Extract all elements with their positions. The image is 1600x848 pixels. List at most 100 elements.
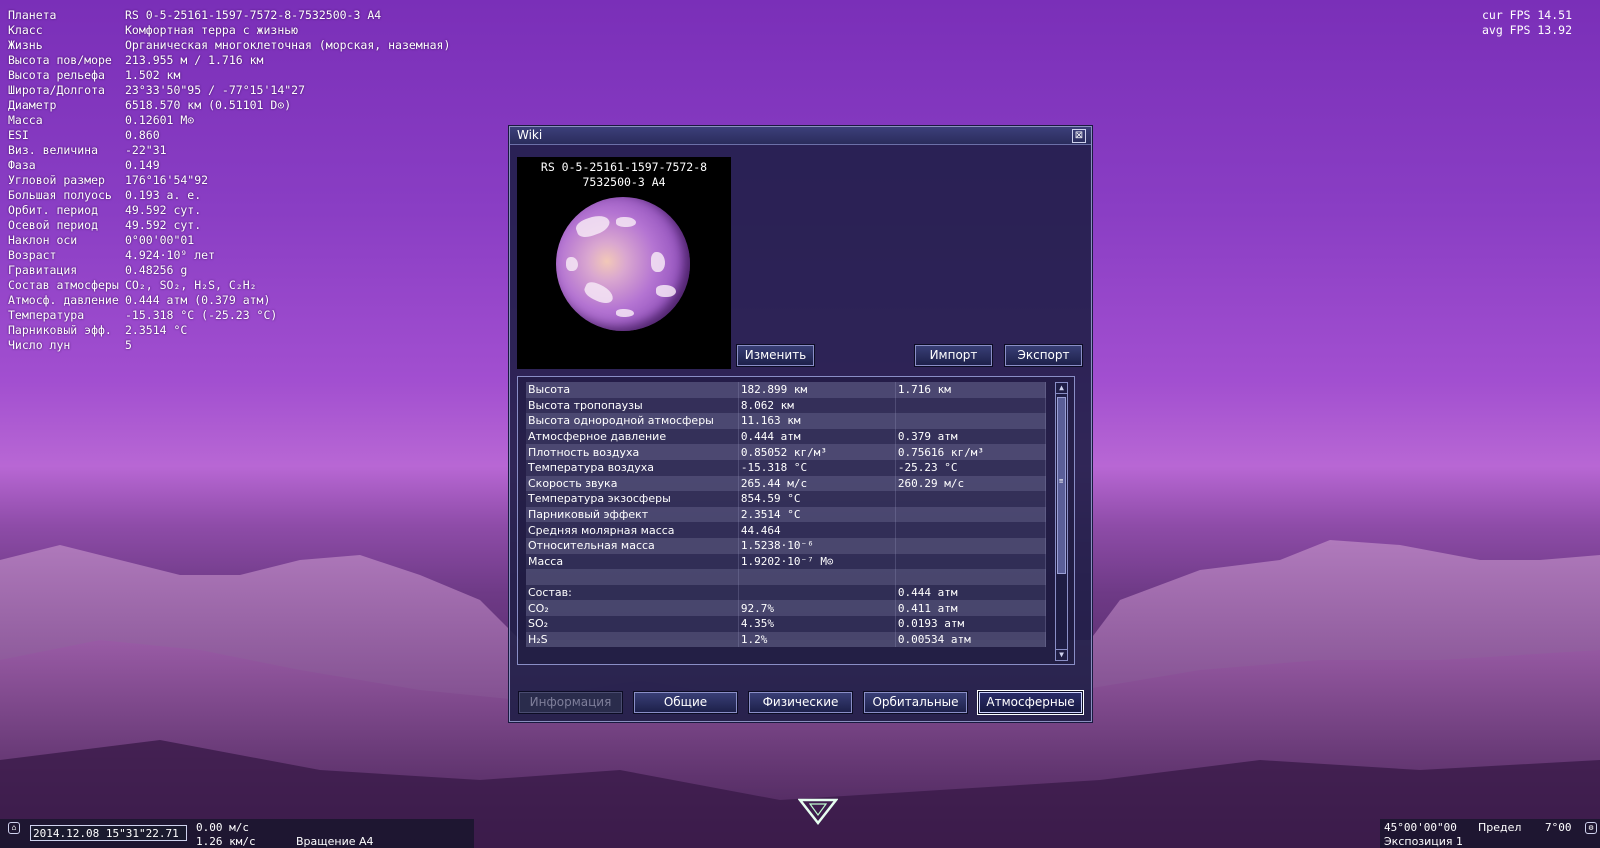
info-key: Атмосф. давление — [8, 293, 119, 307]
table-cell: Высота однородной атмосферы — [526, 413, 739, 429]
info-value: 213.955 м / 1.716 км — [125, 53, 264, 67]
info-value: 5 — [125, 338, 132, 352]
table-row[interactable]: H₂S 1.2% 0.00534 атм — [526, 631, 1047, 648]
scroll-down-icon[interactable]: ▼ — [1056, 649, 1067, 660]
info-row: Виз. величина -22"31 — [8, 143, 450, 158]
info-key: Осевой период — [8, 218, 99, 232]
toggle-panel-icon[interactable]: ⌂ — [8, 822, 20, 834]
table-cell: 2.3514 °C — [738, 506, 896, 523]
table-row[interactable]: Высота однородной атмосферы 11.163 км — [526, 413, 1047, 429]
edit-button[interactable]: Изменить — [736, 344, 815, 367]
table-cell — [895, 553, 1047, 570]
info-row: ESI 0.860 — [8, 128, 450, 143]
info-key: Орбит. период — [8, 203, 99, 217]
table-row[interactable]: Состав: 0.444 атм — [526, 584, 1047, 601]
table-cell: Высота тропопаузы — [526, 397, 739, 414]
info-row: Фаза 0.149 — [8, 158, 450, 173]
close-icon[interactable]: ⊠ — [1072, 129, 1086, 143]
table-cell: Парниковый эффект — [526, 506, 739, 523]
preview-title: RS 0-5-25161-1597-7572-8 7532500-3 A4 — [517, 160, 731, 190]
tab-physical[interactable]: Физические — [748, 691, 853, 714]
table-row[interactable]: Плотность воздуха 0.85052 кг/м³ 0.75616 кг… — [526, 444, 1047, 460]
import-button[interactable]: Импорт — [914, 344, 993, 367]
info-row: Осевой период 49.592 сут. — [8, 218, 450, 233]
table-row[interactable]: Атмосферное давление 0.444 атм 0.379 атм — [526, 428, 1047, 445]
info-row: Состав атмосферы CO₂, SO₂, H₂S, C₂H₂ — [8, 278, 450, 293]
table-row[interactable]: Температура воздуха -15.318 °C -25.23 °C — [526, 459, 1047, 476]
table-row[interactable]: Относительная масса 1.5238·10⁻⁶ — [526, 537, 1047, 554]
table-cell: 854.59 °C — [738, 491, 896, 507]
table-cell: H₂S — [526, 631, 739, 648]
info-value: CO₂, SO₂, H₂S, C₂H₂ — [125, 278, 257, 292]
scroll-thumb[interactable]: ≡ — [1057, 397, 1066, 574]
table-cell: 1.2% — [738, 631, 896, 648]
table-row[interactable]: Масса 1.9202·10⁻⁷ M⊙ — [526, 553, 1047, 570]
table-cell: Температура экзосферы — [526, 491, 739, 507]
info-key: Возраст — [8, 248, 57, 262]
info-key: Угловой размер — [8, 173, 105, 187]
info-row: Планета RS 0-5-25161-1597-7572-8-7532500-… — [8, 8, 450, 23]
scroll-up-icon[interactable]: ▲ — [1056, 383, 1067, 394]
info-value: RS 0-5-25161-1597-7572-8-7532500-3 A4 — [125, 8, 382, 22]
table-cell: 0.0193 атм — [895, 615, 1047, 632]
table-cell — [895, 569, 1047, 585]
table-row[interactable]: Высота 182.899 км 1.716 км — [526, 382, 1047, 398]
preview-title-line2: 7532500-3 A4 — [582, 175, 666, 189]
table-row[interactable]: Парниковый эффект 2.3514 °C — [526, 506, 1047, 523]
info-row: Диаметр 6518.570 км (0.51101 D⊙) — [8, 98, 450, 113]
limit-value: 7°00 — [1545, 821, 1572, 834]
table-cell: 265.44 м/с — [738, 475, 896, 492]
tab-atmospheric[interactable]: Атмосферные — [978, 691, 1083, 714]
table-cell: Состав: — [526, 584, 739, 601]
table-cell: 0.85052 кг/м³ — [738, 444, 896, 460]
info-row: Температура -15.318 °C (-25.23 °C) — [8, 308, 450, 323]
table-cell: Относительная масса — [526, 537, 739, 554]
info-key: Виз. величина — [8, 143, 99, 157]
table-cell — [895, 506, 1047, 523]
table-cell — [895, 397, 1047, 414]
table-cell: 0.00534 атм — [895, 631, 1047, 648]
limit-label: Предел — [1478, 821, 1522, 834]
tab-general[interactable]: Общие — [633, 691, 738, 714]
info-key: Высота рельефа — [8, 68, 105, 82]
info-key: Планета — [8, 8, 57, 22]
info-value: Комфортная терра с жизнью — [125, 23, 299, 37]
export-button[interactable]: Экспорт — [1004, 344, 1083, 367]
table-row[interactable]: CO₂ 92.7% 0.411 атм — [526, 600, 1047, 616]
info-row: Гравитация 0.48256 g — [8, 263, 450, 278]
info-row: Возраст 4.924·10⁹ лет — [8, 248, 450, 263]
table-row[interactable] — [526, 569, 1047, 585]
table-row[interactable]: Средняя молярная масса 44.464 — [526, 522, 1047, 538]
table-cell: 1.5238·10⁻⁶ — [738, 537, 896, 554]
info-key: Парниковый эфф. — [8, 323, 112, 337]
table-cell: -15.318 °C — [738, 459, 896, 476]
wiki-titlebar[interactable]: Wiki — [510, 127, 1091, 145]
table-row[interactable]: SO₂ 4.35% 0.0193 атм — [526, 615, 1047, 632]
table-cell: Скорость звука — [526, 475, 739, 492]
atmosphere-table: Высота 182.899 км 1.716 км Высота тропопауз… — [526, 382, 1047, 648]
table-row[interactable]: Высота тропопаузы 8.062 км — [526, 397, 1047, 414]
date-time-field[interactable]: 2014.12.08 15"31"22.71 — [30, 825, 187, 841]
atmosphere-table-frame: Высота 182.899 км 1.716 км Высота тропопауз… — [517, 376, 1075, 665]
table-cell: 0.379 атм — [895, 428, 1047, 445]
navigation-arrow-icon[interactable] — [798, 798, 838, 826]
info-value: -22"31 — [125, 143, 167, 157]
info-row: Класс Комфортная терра с жизнью — [8, 23, 450, 38]
tab-info[interactable]: Информация — [518, 691, 623, 714]
table-cell: Плотность воздуха — [526, 444, 739, 460]
info-row: Атмосф. давление 0.444 атм (0.379 атм) — [8, 293, 450, 308]
table-cell: Высота — [526, 382, 739, 398]
speed-secondary: 1.26 км/с — [196, 835, 256, 848]
tab-orbital[interactable]: Орбитальные — [863, 691, 968, 714]
info-key: Большая полуось — [8, 188, 112, 202]
info-row: Число лун 5 — [8, 338, 450, 353]
info-row: Жизнь Органическая многоклеточная (морска… — [8, 38, 450, 53]
info-key: Температура — [8, 308, 85, 322]
table-row[interactable]: Температура экзосферы 854.59 °C — [526, 491, 1047, 507]
settings-icon[interactable]: ⚙ — [1585, 822, 1597, 834]
table-cell: Средняя молярная масса — [526, 522, 739, 538]
table-scrollbar[interactable]: ▲ ≡ ▼ — [1055, 382, 1068, 661]
info-value: 0°00'00"01 — [125, 233, 195, 247]
table-row[interactable]: Скорость звука 265.44 м/с 260.29 м/с — [526, 475, 1047, 492]
info-value: 176°16'54"92 — [125, 173, 209, 187]
